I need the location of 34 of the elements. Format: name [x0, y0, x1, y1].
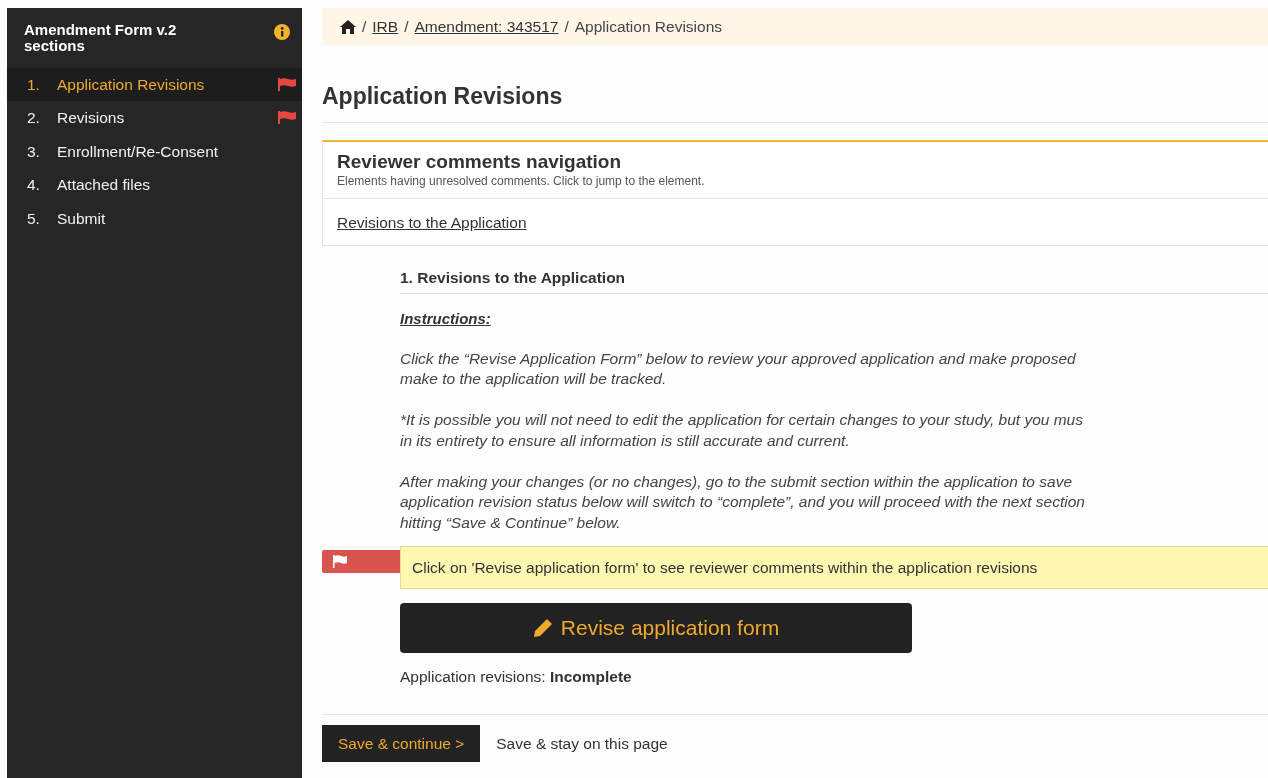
- sidebar-item[interactable]: 1. Application Revisions: [7, 67, 302, 101]
- instruction-text: make to the application will be tracked.: [400, 369, 668, 390]
- info-icon[interactable]: [274, 24, 290, 40]
- save-stay-button[interactable]: Save & stay on this page: [496, 725, 668, 763]
- instruction-text: Click the “Revise Application Form” below to review your approved application and make proposed: [400, 348, 1077, 369]
- instruction-text: hitting “Save & Continue” below.: [400, 512, 622, 533]
- breadcrumb-link[interactable]: IRB: [372, 14, 399, 39]
- home-icon[interactable]: [340, 19, 356, 34]
- card-subtitle: Elements having unresolved comments. Click to jump to the element.: [337, 173, 706, 191]
- instructions-label: Instructions:: [400, 309, 492, 330]
- breadcrumb-separator: /: [362, 16, 367, 37]
- breadcrumb-link[interactable]: Amendment: 343517: [414, 14, 559, 39]
- flag-icon: [332, 554, 348, 568]
- page-title: Application Revisions: [322, 79, 1268, 123]
- sidebar-item[interactable]: 5. Submit: [7, 201, 302, 235]
- revise-form-button[interactable]: Revise application form: [400, 602, 912, 653]
- pencil-icon: [532, 617, 553, 638]
- instruction-text: in its entirety to ensure all information is still accurate and current.: [400, 430, 851, 451]
- save-continue-button[interactable]: Save & continue >: [322, 725, 481, 763]
- card-title: Reviewer comments navigation: [337, 151, 623, 173]
- instruction-text: application revision status below will switch to “complete”, and you will proceed with the next section: [400, 492, 1086, 513]
- instruction-text: *It is possible you will not need to edit the application for certain changes to your study, but you mus: [400, 410, 1084, 431]
- comment-link[interactable]: Revisions to the Application: [337, 214, 527, 232]
- sidebar-title: Amendment Form v.2 sections: [24, 22, 178, 54]
- instruction-text: After making your changes (or no changes), go to the submit section within the application to save: [400, 471, 1074, 492]
- breadcrumb-current: Application Revisions: [574, 16, 722, 37]
- status-text: Application revisions: Incomplete: [400, 666, 633, 687]
- sidebar-item[interactable]: 4. Attached files: [7, 168, 302, 202]
- question-title: 1. Revisions to the Application: [400, 267, 627, 288]
- sidebar-item[interactable]: 2. Revisions: [7, 101, 302, 135]
- breadcrumb-separator: /: [564, 16, 569, 37]
- comment-alert: Click on 'Revise application form' to see reviewer comments within the application revisions: [400, 545, 1268, 589]
- sidebar-item[interactable]: 3. Enrollment/Re-Consent: [7, 134, 302, 168]
- breadcrumb-separator: /: [404, 16, 409, 37]
